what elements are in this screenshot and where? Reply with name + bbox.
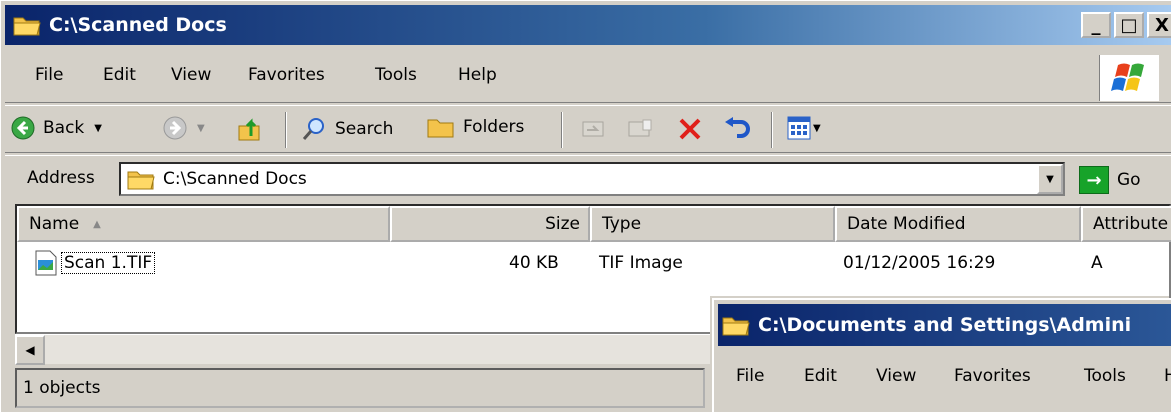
menu-file[interactable]: File [35,65,63,85]
column-header-name[interactable]: Name ▲ [17,206,390,242]
minimize-button[interactable]: _ [1081,12,1111,38]
go-label: Go [1117,170,1141,190]
image-file-icon [35,250,57,276]
address-value: C:\Scanned Docs [163,169,307,189]
column-header-size[interactable]: Size [390,206,590,242]
maximize-button[interactable]: □ [1114,12,1144,38]
views-icon [787,116,811,140]
menu-tools-2[interactable]: Tools [1084,366,1126,386]
address-input[interactable]: C:\Scanned Docs ▼ [119,162,1065,196]
file-name: Scan 1.TIF [61,252,156,274]
menu-edit-2[interactable]: Edit [804,366,837,386]
back-button[interactable]: Back ▼ [11,116,102,140]
folders-button[interactable]: Folders [427,116,524,138]
up-folder-icon [238,118,260,141]
undo-icon [725,117,750,138]
title-bar-2[interactable]: C:\Documents and Settings\Admini [718,304,1171,346]
go-arrow-icon: → [1079,166,1109,194]
undo-button[interactable] [723,116,751,142]
views-button[interactable]: ▼ [787,116,821,140]
folder-icon [722,317,750,336]
address-label: Address [27,168,95,188]
back-dropdown-icon[interactable]: ▼ [94,123,102,134]
file-date: 01/12/2005 16:29 [843,253,996,273]
menu-favorites-2[interactable]: Favorites [954,366,1031,386]
menu-favorites[interactable]: Favorites [248,65,325,85]
column-header-type[interactable]: Type [590,206,835,242]
file-attributes: A [1091,253,1103,273]
window-title: C:\Scanned Docs [49,14,227,36]
menu-view-2[interactable]: View [876,366,916,386]
views-dropdown-icon[interactable]: ▼ [813,123,821,134]
go-button[interactable]: → Go [1079,166,1141,194]
second-explorer-window: C:\Documents and Settings\Admini File Ed… [712,298,1171,412]
back-arrow-icon [11,116,35,140]
delete-button[interactable] [677,116,703,142]
copy-to-icon [628,119,652,137]
folder-icon [13,17,41,36]
column-name-label: Name [29,214,80,234]
menu-edit[interactable]: Edit [103,65,136,85]
delete-icon [679,118,701,140]
menu-tools[interactable]: Tools [375,65,417,85]
file-row[interactable]: Scan 1.TIF [35,250,156,276]
window-title-2: C:\Documents and Settings\Admini [758,314,1132,336]
menu-help[interactable]: Help [458,65,497,85]
menu-bar: File Edit View Favorites Tools Help [5,51,1171,103]
file-size: 40 KB [509,253,559,273]
title-bar[interactable]: C:\Scanned Docs _ □ X [5,5,1171,45]
status-bar: 1 objects [15,368,705,408]
folders-label: Folders [463,117,525,137]
forward-arrow-icon [163,116,187,140]
copy-to-button[interactable] [627,116,653,140]
folders-icon [427,119,454,138]
close-button[interactable]: X [1147,12,1171,38]
column-header-date[interactable]: Date Modified [835,206,1081,242]
file-type: TIF Image [599,253,683,273]
up-folder-button[interactable] [237,116,263,142]
sort-ascending-icon: ▲ [93,218,101,230]
menu-help-2[interactable]: H [1164,366,1171,386]
forward-button[interactable]: ▼ [163,116,205,140]
search-icon [302,118,324,140]
search-label: Search [335,119,394,139]
scroll-left-button[interactable]: ◀ [15,335,45,365]
address-bar: Address C:\Scanned Docs ▼ → Go [5,155,1171,203]
back-label: Back [43,118,85,138]
menu-view[interactable]: View [171,65,211,85]
move-to-icon [582,121,604,137]
address-dropdown-button[interactable]: ▼ [1037,164,1063,194]
windows-logo-icon [1099,55,1159,101]
column-header-attributes[interactable]: Attribute [1081,206,1171,242]
toolbar: Back ▼ ▼ Search Folders ▼ [5,105,1171,153]
forward-dropdown-icon[interactable]: ▼ [197,123,205,134]
search-button[interactable]: Search [301,116,393,142]
menu-file-2[interactable]: File [736,366,764,386]
menu-bar-2: File Edit View Favorites Tools H [718,352,1171,402]
move-to-button[interactable] [581,116,607,140]
folder-icon [127,171,155,190]
